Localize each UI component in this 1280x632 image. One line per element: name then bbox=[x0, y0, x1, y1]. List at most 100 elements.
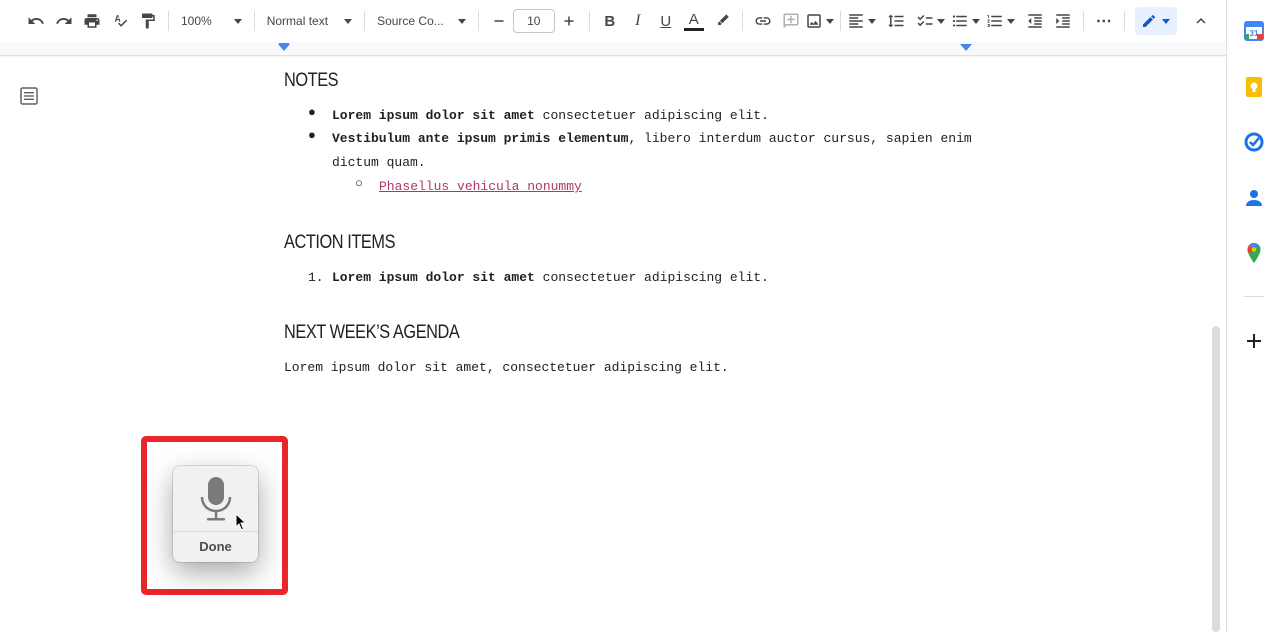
action-item-1-bold: Lorem ipsum dolor sit amet bbox=[332, 270, 535, 285]
action-item-1: Lorem ipsum dolor sit amet consectetuer … bbox=[332, 266, 769, 290]
toolbar-divider bbox=[839, 11, 841, 31]
font-family-value: Source Co... bbox=[377, 14, 444, 28]
next-week-agenda-heading: NEXT WEEK’S AGENDA bbox=[284, 322, 460, 343]
add-comment-button[interactable] bbox=[777, 7, 805, 35]
paragraph-style-select[interactable]: Normal text bbox=[261, 7, 358, 35]
font-size-input[interactable]: 10 bbox=[512, 9, 555, 33]
toolbar-divider bbox=[1123, 11, 1125, 31]
image-icon bbox=[807, 14, 821, 28]
highlighter-pen-icon bbox=[717, 14, 729, 25]
undo-icon bbox=[28, 17, 44, 24]
zoom-select[interactable]: 100% bbox=[175, 7, 248, 35]
keep-app-button[interactable] bbox=[1243, 76, 1265, 98]
comment-add-icon bbox=[783, 13, 799, 29]
text-color-swatch bbox=[683, 27, 704, 31]
chevron-down-icon bbox=[1006, 18, 1015, 24]
document-outline-button[interactable] bbox=[19, 86, 39, 106]
line-spacing-button[interactable] bbox=[882, 7, 910, 35]
calendar-app-button[interactable]: 31 bbox=[1243, 20, 1265, 42]
font-family-select[interactable]: Source Co... bbox=[371, 7, 472, 35]
text-color-letter: A bbox=[688, 10, 699, 28]
paint-format-button[interactable] bbox=[134, 7, 162, 35]
paragraph-style-value: Normal text bbox=[266, 14, 329, 28]
first-line-indent-marker[interactable] bbox=[279, 43, 289, 45]
spellcheck-icon bbox=[114, 15, 128, 27]
spellcheck-button[interactable] bbox=[106, 7, 134, 35]
toolbar-divider bbox=[741, 11, 743, 31]
decrease-indent-button[interactable] bbox=[1021, 7, 1049, 35]
dictation-done-button[interactable]: Done bbox=[173, 531, 258, 562]
chevron-down-icon bbox=[344, 18, 353, 24]
minus-icon bbox=[494, 20, 504, 22]
right-indent-marker[interactable] bbox=[960, 44, 972, 51]
underline-button[interactable]: U bbox=[652, 7, 680, 35]
more-options-button[interactable]: ⋯ bbox=[1090, 7, 1118, 35]
paint-roller-icon bbox=[142, 13, 155, 29]
formatting-toolbar: 100% Normal text Source Co... 10 B I U A bbox=[0, 0, 1226, 42]
increase-indent-button[interactable] bbox=[1049, 7, 1077, 35]
print-button[interactable] bbox=[78, 7, 106, 35]
zoom-value: 100% bbox=[181, 14, 212, 28]
side-panel: 31 bbox=[1226, 0, 1280, 632]
collapse-menus-button[interactable] bbox=[1187, 7, 1215, 35]
highlight-color-button[interactable] bbox=[708, 7, 736, 35]
maps-pin-icon bbox=[1247, 243, 1261, 263]
redo-button[interactable] bbox=[50, 7, 78, 35]
calendar-day: 31 bbox=[1250, 29, 1259, 38]
toolbar-divider bbox=[168, 11, 169, 31]
keep-icon bbox=[1246, 77, 1262, 97]
editing-mode-select[interactable] bbox=[1134, 7, 1177, 35]
left-indent-marker[interactable] bbox=[278, 44, 290, 51]
undo-button[interactable] bbox=[22, 7, 50, 35]
align-left-icon bbox=[849, 14, 863, 28]
redo-icon bbox=[56, 17, 72, 24]
vertical-scrollbar[interactable] bbox=[1212, 326, 1220, 632]
checklist-select[interactable] bbox=[916, 7, 945, 35]
notes-item-2-continuation: dictum quam. bbox=[332, 155, 426, 170]
align-select[interactable] bbox=[847, 7, 876, 35]
italic-button[interactable]: I bbox=[624, 7, 652, 35]
bulleted-list-select[interactable] bbox=[951, 7, 980, 35]
line-spacing-icon bbox=[887, 14, 904, 28]
chevron-down-icon bbox=[233, 18, 242, 24]
insert-link-button[interactable] bbox=[749, 7, 777, 35]
indent-increase-icon bbox=[1056, 14, 1070, 28]
text-color-button[interactable]: A bbox=[680, 7, 708, 35]
document-outline-icon bbox=[20, 87, 38, 105]
bulleted-list-icon bbox=[952, 15, 967, 27]
maps-app-button[interactable] bbox=[1243, 242, 1265, 264]
toolbar-divider bbox=[477, 11, 479, 31]
tasks-app-button[interactable] bbox=[1243, 131, 1265, 153]
bullet-marker: ● bbox=[308, 104, 316, 119]
increase-font-size-button[interactable] bbox=[555, 7, 583, 35]
chevron-down-icon bbox=[971, 18, 980, 24]
tasks-icon bbox=[1244, 132, 1264, 152]
ruler[interactable] bbox=[0, 42, 1226, 56]
notes-item-2: Vestibulum ante ipsum primis elementum, … bbox=[332, 127, 972, 151]
pencil-icon bbox=[1143, 14, 1156, 27]
toolbar-divider bbox=[364, 11, 366, 31]
chevron-up-icon bbox=[1196, 18, 1206, 24]
contacts-app-button[interactable] bbox=[1243, 187, 1265, 209]
action-items-heading: ACTION ITEMS bbox=[284, 232, 396, 253]
bold-button[interactable]: B bbox=[596, 7, 624, 35]
notes-heading: NOTES bbox=[284, 70, 339, 91]
get-add-ons-button[interactable] bbox=[1243, 330, 1265, 352]
calendar-icon: 31 bbox=[1244, 21, 1264, 41]
numbered-list-icon bbox=[987, 15, 1002, 27]
chevron-down-icon bbox=[825, 18, 834, 24]
notes-item-2-text: , libero interdum auctor cursus, sapien … bbox=[628, 131, 972, 146]
link-icon bbox=[755, 17, 771, 25]
bullet-marker: ● bbox=[308, 127, 316, 142]
checklist-icon bbox=[917, 14, 933, 27]
chevron-down-icon bbox=[867, 18, 876, 24]
agenda-paragraph: Lorem ipsum dolor sit amet, consectetuer… bbox=[284, 360, 729, 375]
toolbar-divider bbox=[588, 11, 590, 31]
insert-image-button[interactable] bbox=[805, 7, 834, 35]
chevron-down-icon bbox=[936, 18, 945, 24]
notes-item-1-text: consectetuer adipiscing elit. bbox=[534, 108, 769, 123]
phasellus-link[interactable]: Phasellus vehicula nonummy bbox=[379, 179, 582, 194]
notes-item-2-bold: Vestibulum ante ipsum primis elementum bbox=[332, 131, 629, 146]
numbered-list-select[interactable] bbox=[986, 7, 1015, 35]
decrease-font-size-button[interactable] bbox=[485, 7, 513, 35]
